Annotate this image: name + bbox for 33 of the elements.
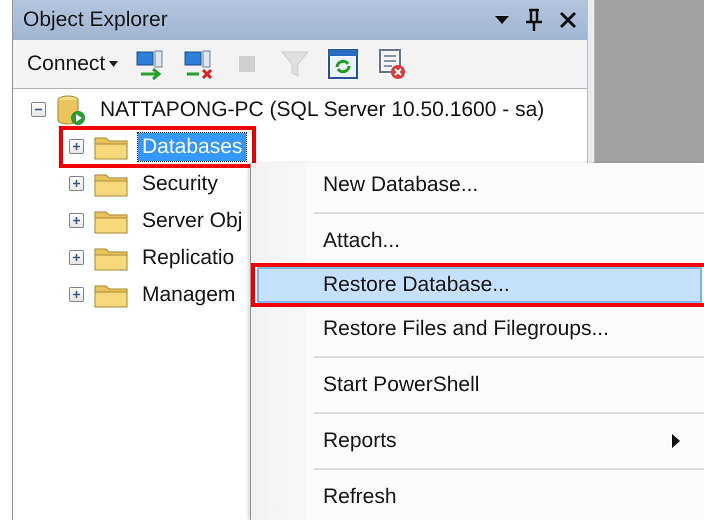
close-icon[interactable] (559, 11, 577, 29)
plus-icon (72, 179, 81, 188)
plus-icon (72, 290, 81, 299)
menu-item[interactable]: Reports (257, 423, 702, 459)
tree-node[interactable]: Security (138, 170, 222, 198)
plus-icon (72, 253, 81, 262)
expand-toggle[interactable] (69, 213, 84, 228)
stop-icon (237, 54, 258, 74)
collapse-toggle[interactable] (31, 102, 46, 117)
pin-icon[interactable] (525, 8, 543, 32)
menu-item[interactable]: New Database... (257, 167, 702, 203)
expand-toggle[interactable] (69, 250, 84, 265)
connect-button[interactable]: Connect (23, 50, 122, 78)
dropdown-icon[interactable] (495, 16, 509, 24)
tree-node[interactable]: Managem (138, 280, 240, 308)
menu-item[interactable]: Restore Database... (257, 267, 702, 303)
tree-node[interactable]: Server Obj (138, 206, 246, 234)
menu-item[interactable]: Start PowerShell (257, 367, 702, 403)
tree-node[interactable]: Replicatio (138, 244, 238, 272)
caret-icon (109, 61, 118, 67)
server-icon (56, 94, 86, 126)
menu-item[interactable]: Restore Files and Filegroups... (257, 311, 702, 347)
panel-title: Object Explorer (23, 8, 169, 32)
menu-item[interactable]: Attach... (257, 223, 702, 259)
expand-toggle[interactable] (69, 287, 84, 302)
menu-item[interactable]: Refresh (257, 479, 702, 515)
filter-icon (280, 49, 310, 79)
refresh-icon (328, 49, 358, 79)
expand-toggle[interactable] (69, 176, 84, 191)
tree-node[interactable]: NATTAPONG-PC (SQL Server 10.50.1600 - sa) (96, 96, 548, 124)
expand-toggle[interactable] (69, 139, 84, 154)
plus-icon (72, 142, 81, 151)
plus-icon (72, 216, 81, 225)
